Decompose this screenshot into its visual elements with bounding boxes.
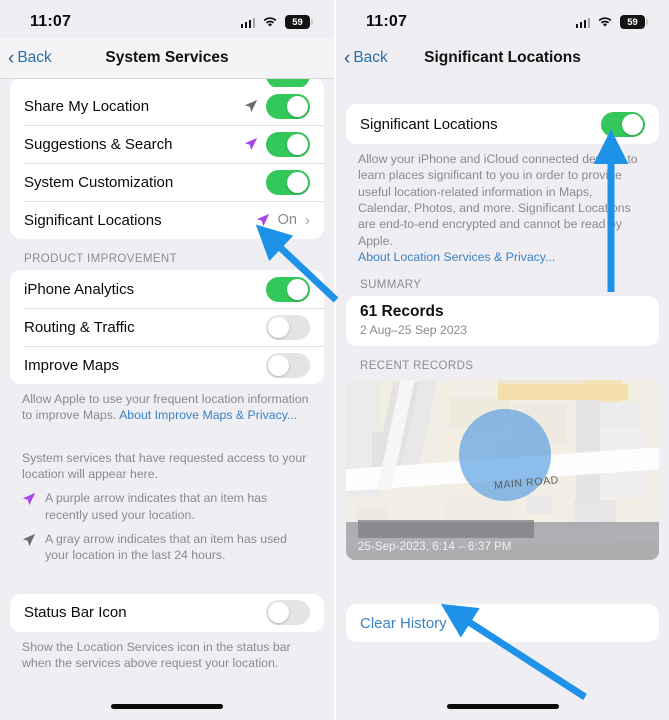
section-header-summary: SUMMARY: [360, 279, 422, 292]
product-improvement-card: iPhone Analytics Routing & Traffic Impro…: [10, 270, 324, 384]
back-button[interactable]: ‹ Back: [336, 49, 388, 68]
home-indicator: [446, 704, 559, 709]
legend-gray-arrow: A gray arrow indicates that an item has …: [0, 523, 334, 564]
chevron-left-icon: ‹: [8, 47, 15, 69]
battery-level: 59: [292, 16, 303, 28]
improve-maps-footnote: Allow Apple to use your frequent locatio…: [0, 384, 334, 424]
settings-list[interactable]: Share My Location Suggestions & Search S…: [0, 79, 334, 720]
back-label: Back: [353, 49, 388, 66]
back-label: Back: [17, 49, 52, 66]
row-label: System Customization: [24, 173, 174, 191]
legend-gray-text: A gray arrow indicates that an item has …: [45, 532, 287, 563]
status-bar-time: 11:07: [366, 13, 408, 30]
battery-level: 59: [627, 16, 638, 28]
battery-indicator: 59: [620, 15, 648, 29]
summary-card[interactable]: 61 Records 2 Aug–25 Sep 2023: [346, 296, 659, 347]
chevron-right-icon: ›: [305, 211, 310, 229]
location-arrow-gray-icon: [244, 99, 258, 113]
description-text: Allow your iPhone and iCloud connected d…: [358, 152, 638, 248]
system-services-footnote: System services that have requested acce…: [22, 450, 307, 482]
row-improve-maps[interactable]: Improve Maps: [10, 346, 324, 384]
recent-record-map[interactable]: MAIN ROAD 25-Sep-2023, 6:14 – 6:37 PM: [346, 380, 659, 561]
section-header-recent-records: RECENT RECORDS: [360, 360, 474, 373]
row-routing-traffic[interactable]: Routing & Traffic: [10, 308, 324, 346]
row-suggestions-search[interactable]: Suggestions & Search: [10, 125, 324, 163]
clear-history-card: Clear History: [346, 604, 659, 643]
battery-indicator: 59: [285, 15, 313, 29]
significant-locations-description: Allow your iPhone and iCloud connected d…: [336, 144, 669, 265]
wifi-icon: [262, 16, 278, 28]
map-caption-timestamp: 25-Sep-2023, 6:14 – 6:37 PM: [358, 541, 512, 554]
row-status-bar-icon[interactable]: Status Bar Icon: [10, 594, 324, 632]
cellular-signal-icon: [575, 17, 590, 28]
about-location-services-privacy-link[interactable]: About Location Services & Privacy...: [358, 250, 555, 264]
toggle-status-bar-icon[interactable]: [266, 600, 310, 626]
row-significant-locations[interactable]: Significant Locations On ›: [10, 201, 324, 239]
significant-locations-value: On: [277, 212, 297, 228]
row-label: Routing & Traffic: [24, 318, 135, 336]
location-arrow-gray-icon: [22, 533, 36, 547]
dual-screenshot-stage: 11:07 59 ‹ Back System Services Share My…: [0, 0, 669, 720]
partial-row-above: [10, 79, 324, 87]
toggle-routing-traffic[interactable]: [266, 314, 310, 340]
toggle-significant-locations[interactable]: [601, 111, 645, 137]
status-bar-time: 11:07: [30, 13, 72, 30]
summary-date-range: 2 Aug–25 Sep 2023: [360, 323, 468, 338]
left-phone-screen: 11:07 59 ‹ Back System Services Share My…: [0, 0, 334, 720]
clear-history-button[interactable]: Clear History: [346, 604, 659, 642]
row-label: Significant Locations: [360, 115, 498, 133]
status-bar-indicators: 59: [240, 15, 313, 29]
right-phone-screen: 11:07 59 ‹ Back Significant Locations Si…: [334, 0, 669, 720]
chevron-left-icon: ‹: [344, 47, 351, 69]
row-label: Improve Maps: [24, 356, 120, 374]
row-label: Status Bar Icon: [24, 604, 127, 622]
toggle-improve-maps[interactable]: [266, 352, 310, 378]
row-label: Suggestions & Search: [24, 135, 173, 153]
legend-purple-text: A purple arrow indicates that an item ha…: [45, 491, 268, 522]
row-share-my-location[interactable]: Share My Location: [10, 87, 324, 125]
row-significant-locations-main[interactable]: Significant Locations: [346, 104, 659, 144]
row-label: Share My Location: [24, 97, 150, 115]
map-caption-redaction: [358, 520, 534, 539]
status-bar: 11:07 59: [336, 0, 669, 38]
summary-record-count: 61 Records: [360, 303, 444, 321]
wifi-icon: [597, 16, 613, 28]
home-indicator: [111, 704, 223, 709]
location-arrow-purple-icon: [256, 213, 269, 227]
about-improve-maps-privacy-link[interactable]: About Improve Maps & Privacy...: [119, 408, 297, 422]
toggle-iphone-analytics[interactable]: [266, 276, 310, 302]
row-label: iPhone Analytics: [24, 280, 135, 298]
clear-history-label: Clear History: [360, 614, 447, 632]
toggle-system-customization[interactable]: [266, 169, 310, 195]
toggle-suggestions-search[interactable]: [266, 131, 310, 157]
status-bar-icon-footnote: Show the Location Services icon in the s…: [22, 639, 291, 671]
navigation-bar: ‹ Back Significant Locations: [336, 38, 669, 78]
row-system-customization[interactable]: System Customization: [10, 163, 324, 201]
location-arrow-purple-icon: [244, 137, 258, 151]
status-bar-icon-card: Status Bar Icon: [10, 593, 324, 632]
status-bar: 11:07 59: [0, 0, 334, 38]
significant-locations-list[interactable]: Significant Locations Allow your iPhone …: [336, 78, 669, 720]
section-header-product-improvement: PRODUCT IMPROVEMENT: [24, 253, 178, 265]
status-bar-indicators: 59: [575, 15, 648, 29]
toggle-share-my-location[interactable]: [266, 93, 310, 119]
significant-locations-card: Significant Locations: [346, 104, 659, 144]
row-label: Significant Locations: [24, 211, 162, 229]
row-iphone-analytics[interactable]: iPhone Analytics: [10, 270, 324, 308]
navigation-bar: ‹ Back System Services: [0, 38, 334, 78]
location-services-card: Share My Location Suggestions & Search S…: [10, 87, 324, 239]
location-arrow-purple-icon: [22, 493, 36, 506]
back-button[interactable]: ‹ Back: [0, 49, 52, 68]
legend-purple-arrow: A purple arrow indicates that an item ha…: [0, 482, 334, 523]
cellular-signal-icon: [240, 17, 255, 28]
